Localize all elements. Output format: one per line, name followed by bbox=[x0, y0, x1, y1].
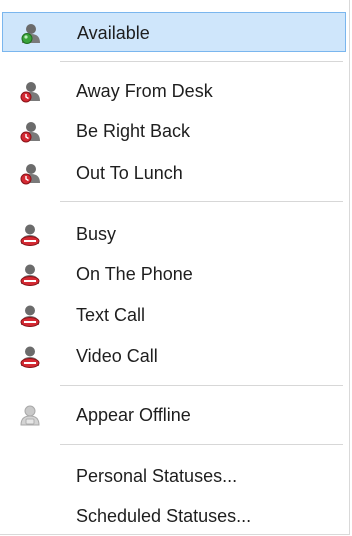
menu-item-label: Personal Statuses... bbox=[76, 466, 238, 486]
presence-on-the-phone-icon bbox=[18, 263, 42, 287]
menu-item-label: Be Right Back bbox=[76, 121, 191, 141]
menu-item-label: Text Call bbox=[76, 305, 146, 325]
menu-item-scheduled-statuses[interactable]: Scheduled Statuses... bbox=[2, 496, 346, 536]
menu-item-text-call[interactable]: Text Call bbox=[2, 295, 346, 335]
presence-text-call-icon bbox=[18, 304, 42, 328]
menu-item-personal-statuses[interactable]: Personal Statuses... bbox=[2, 456, 346, 496]
menu-item-label: Appear Offline bbox=[76, 405, 191, 425]
menu-item-label: Busy bbox=[76, 224, 117, 244]
menu-item-label: Available bbox=[77, 23, 150, 43]
menu-separator bbox=[60, 444, 343, 445]
menu-separator bbox=[60, 61, 343, 62]
menu-item-label: Scheduled Statuses... bbox=[76, 506, 252, 526]
presence-offline-icon bbox=[18, 404, 42, 428]
menu-item-appear-offline[interactable]: Appear Offline bbox=[2, 395, 346, 435]
presence-status-menu: Available Away From Desk Be Right Back O… bbox=[0, 0, 350, 535]
menu-item-video-call[interactable]: Video Call bbox=[2, 336, 346, 376]
menu-item-away-from-desk[interactable]: Away From Desk bbox=[2, 71, 346, 111]
menu-item-label: Away From Desk bbox=[76, 81, 213, 101]
presence-be-right-back-icon bbox=[18, 120, 42, 144]
menu-item-on-the-phone[interactable]: On The Phone bbox=[2, 254, 346, 294]
presence-busy-icon bbox=[18, 223, 42, 247]
menu-item-available[interactable]: Available bbox=[2, 12, 346, 52]
menu-item-label: On The Phone bbox=[76, 264, 193, 284]
menu-item-label: Out To Lunch bbox=[76, 163, 183, 183]
presence-out-to-lunch-icon bbox=[18, 162, 42, 186]
menu-item-be-right-back[interactable]: Be Right Back bbox=[2, 111, 346, 151]
menu-item-out-to-lunch[interactable]: Out To Lunch bbox=[2, 153, 346, 193]
presence-video-call-icon bbox=[18, 345, 42, 369]
menu-item-busy[interactable]: Busy bbox=[2, 214, 346, 254]
presence-available-icon bbox=[19, 22, 43, 46]
menu-separator bbox=[60, 385, 343, 386]
menu-item-label: Video Call bbox=[76, 346, 158, 366]
menu-separator bbox=[60, 201, 343, 202]
presence-away-icon bbox=[18, 80, 42, 104]
